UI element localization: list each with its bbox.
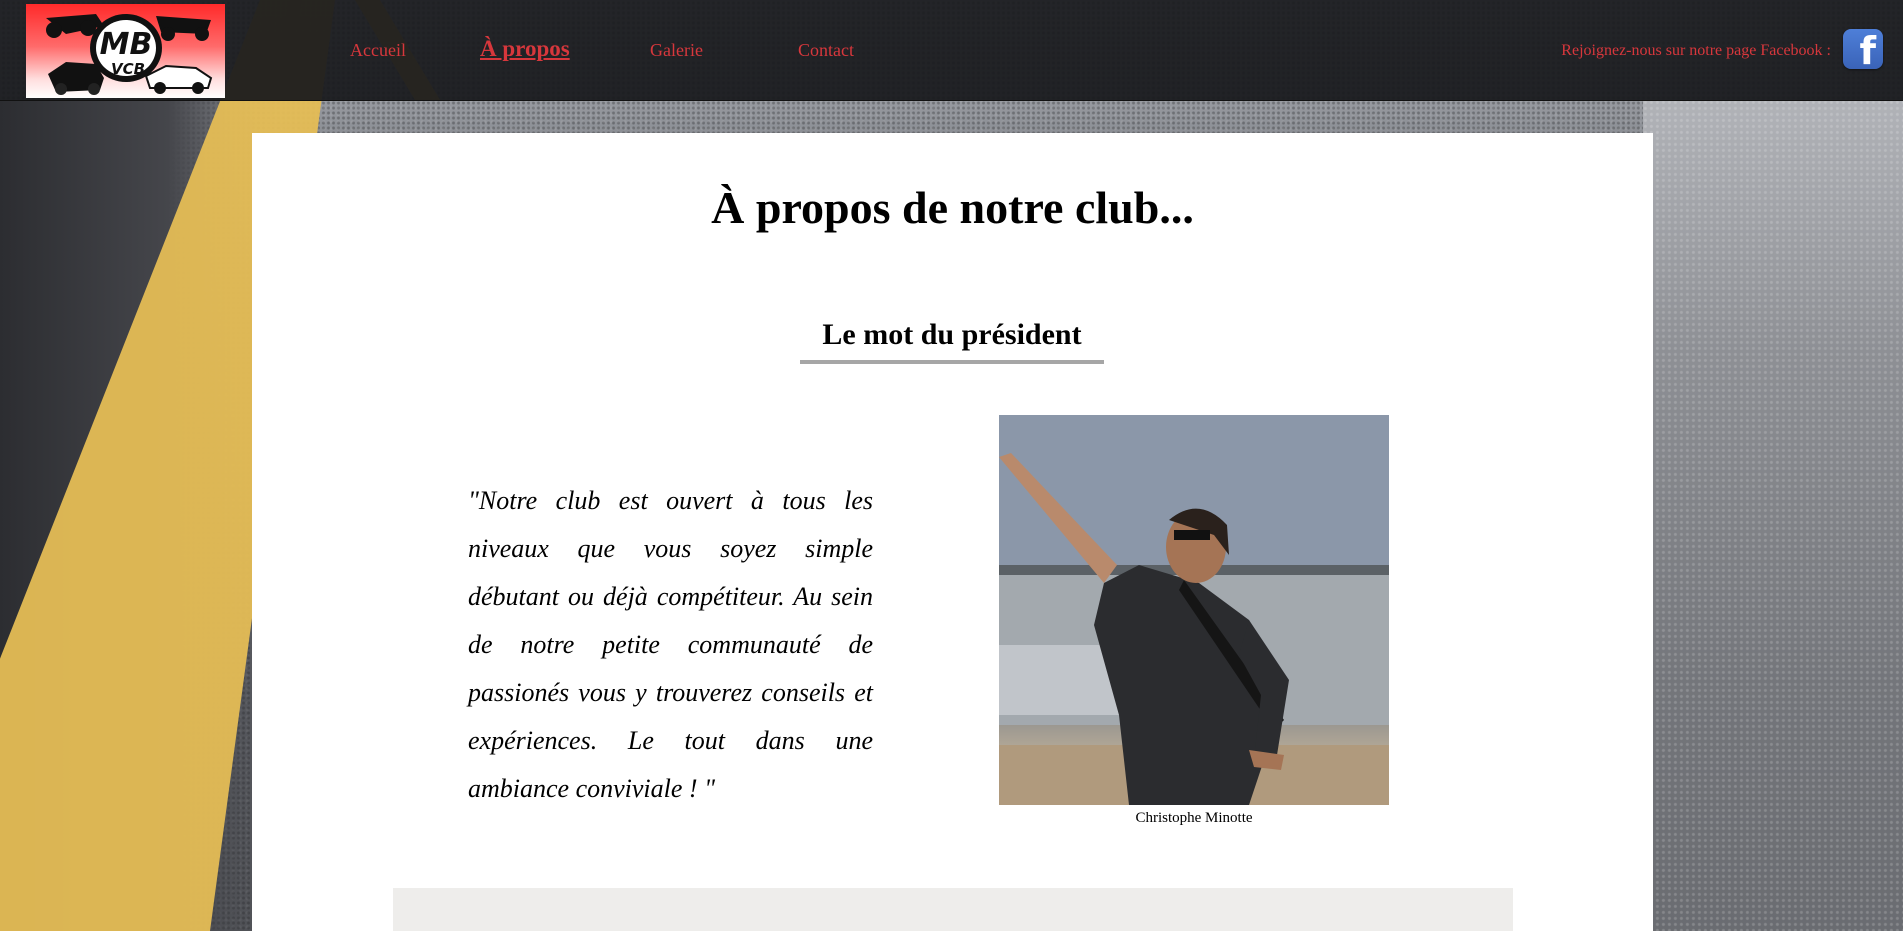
photo-illustration [999, 415, 1389, 805]
president-quote: "Notre club est ouvert à tous les niveau… [468, 486, 873, 803]
nav-link-contact[interactable]: Contact [798, 40, 854, 61]
facebook-icon[interactable]: f [1843, 29, 1883, 71]
site-header: MB VCB Accueil À propos Galerie Contact … [0, 0, 1903, 101]
logo-graphic: MB VCB [46, 14, 213, 95]
photo-caption: Christophe Minotte [1135, 810, 1253, 826]
president-word-heading: Le mot du président [800, 318, 1104, 364]
nav-link-accueil[interactable]: Accueil [350, 40, 406, 61]
facebook-invite-text: Rejoignez-nous sur notre page Facebook : [1561, 42, 1831, 59]
content-panel: À propos de notre club... Le mot du prés… [252, 133, 1653, 931]
next-section-box [393, 888, 1513, 931]
club-logo[interactable]: MB VCB [26, 4, 225, 98]
logo-text-vcb: VCB [111, 60, 145, 78]
asphalt-right [1643, 100, 1903, 931]
president-photo [999, 415, 1389, 805]
nav-link-a-propos[interactable]: À propos [480, 36, 570, 62]
logo-text-mb: MB [100, 27, 153, 62]
page-title: À propos de notre club... [711, 182, 1194, 233]
nav-link-galerie[interactable]: Galerie [650, 40, 703, 61]
